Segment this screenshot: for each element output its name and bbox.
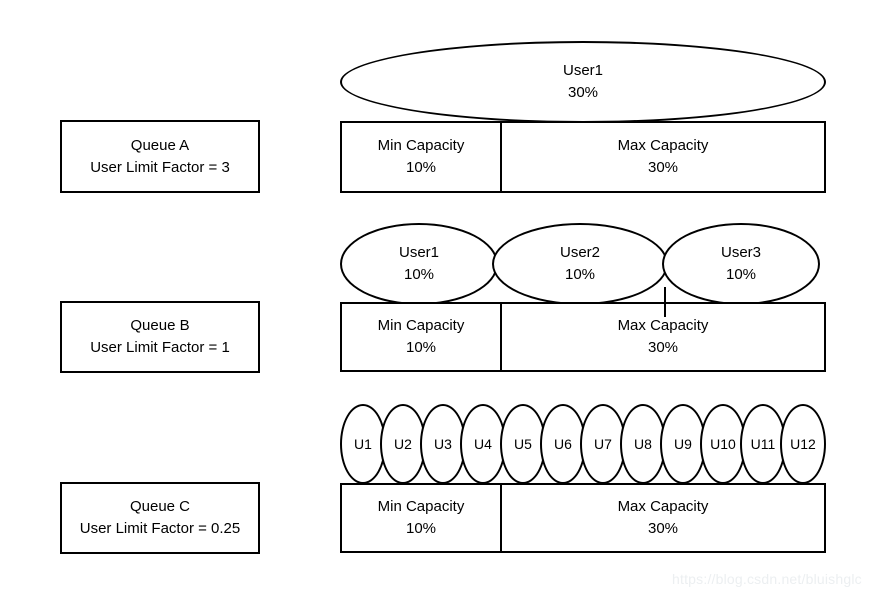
- user-shape-queue-a-user1: User1 30%: [340, 41, 826, 123]
- queue-name-label: Queue C: [129, 498, 191, 516]
- max-capacity-label: Max Capacity: [617, 317, 709, 335]
- user-value-label: 10%: [403, 266, 435, 283]
- min-capacity-label: Min Capacity: [377, 137, 465, 155]
- user-name-label: U8: [634, 435, 652, 452]
- user-name-label: U5: [514, 435, 532, 452]
- max-capacity-cell: Max Capacity 30%: [502, 304, 824, 370]
- queue-box-queue-a: Queue A User Limit Factor = 3: [60, 120, 260, 193]
- user-value-label: 10%: [564, 266, 596, 283]
- min-capacity-cell: Min Capacity 10%: [342, 304, 502, 370]
- queue-limit-factor-label: User Limit Factor = 0.25: [79, 520, 241, 537]
- min-capacity-cell: Min Capacity 10%: [342, 485, 502, 551]
- user-value-label: 30%: [567, 84, 599, 101]
- user-value-label: 10%: [725, 266, 757, 283]
- queue-limit-factor-label: User Limit Factor = 1: [90, 339, 230, 356]
- user-name-label: User1: [562, 62, 603, 80]
- queue-box-queue-b: Queue B User Limit Factor = 1: [60, 301, 260, 373]
- user-shape-queue-b-user2: User2 10%: [492, 223, 668, 305]
- queue-name-label: Queue B: [130, 317, 190, 335]
- max-capacity-cell: Max Capacity 30%: [502, 485, 824, 551]
- user-name-label: U3: [434, 435, 452, 452]
- user-name-label: U2: [394, 435, 412, 452]
- user-name-label: U11: [750, 435, 776, 452]
- user-name-label: User3: [720, 244, 761, 262]
- min-capacity-value: 10%: [405, 339, 437, 356]
- user-name-label: User2: [559, 244, 600, 262]
- capacity-bar-queue-c: Min Capacity 10% Max Capacity 30%: [340, 483, 826, 553]
- max-capacity-value: 30%: [647, 520, 679, 537]
- user-name-label: U10: [710, 435, 736, 452]
- max-capacity-value: 30%: [647, 159, 679, 176]
- user-name-label: User1: [398, 244, 439, 262]
- user-name-label: U9: [674, 435, 692, 452]
- max-capacity-value: 30%: [647, 339, 679, 356]
- capacity-bar-queue-a: Min Capacity 10% Max Capacity 30%: [340, 121, 826, 193]
- diagram-canvas: Queue A User Limit Factor = 3 User1 30% …: [0, 0, 887, 598]
- watermark-text: https://blog.csdn.net/bluishglc: [672, 571, 862, 587]
- user-name-label: U6: [554, 435, 572, 452]
- max-capacity-label: Max Capacity: [617, 498, 709, 516]
- user-shape-queue-b-user1: User1 10%: [340, 223, 498, 305]
- user-name-label: U12: [790, 435, 816, 452]
- max-capacity-label: Max Capacity: [617, 137, 709, 155]
- user-name-label: U7: [594, 435, 612, 452]
- capacity-bar-queue-b: Min Capacity 10% Max Capacity 30%: [340, 302, 826, 372]
- queue-box-queue-c: Queue C User Limit Factor = 0.25: [60, 482, 260, 554]
- min-capacity-value: 10%: [405, 520, 437, 537]
- user-shape-queue-c-u12: U12: [780, 404, 826, 484]
- queue-limit-factor-label: User Limit Factor = 3: [90, 158, 230, 176]
- min-capacity-label: Min Capacity: [377, 498, 465, 516]
- user-name-label: U1: [354, 435, 372, 452]
- queue-name-label: Queue A: [130, 136, 190, 154]
- user-name-label: U4: [474, 435, 492, 452]
- min-capacity-label: Min Capacity: [377, 317, 465, 335]
- user-shape-queue-b-user3: User3 10%: [662, 223, 820, 305]
- min-capacity-value: 10%: [405, 159, 437, 176]
- user-boundary-tick: [664, 287, 666, 317]
- min-capacity-cell: Min Capacity 10%: [342, 123, 502, 191]
- max-capacity-cell: Max Capacity 30%: [502, 123, 824, 191]
